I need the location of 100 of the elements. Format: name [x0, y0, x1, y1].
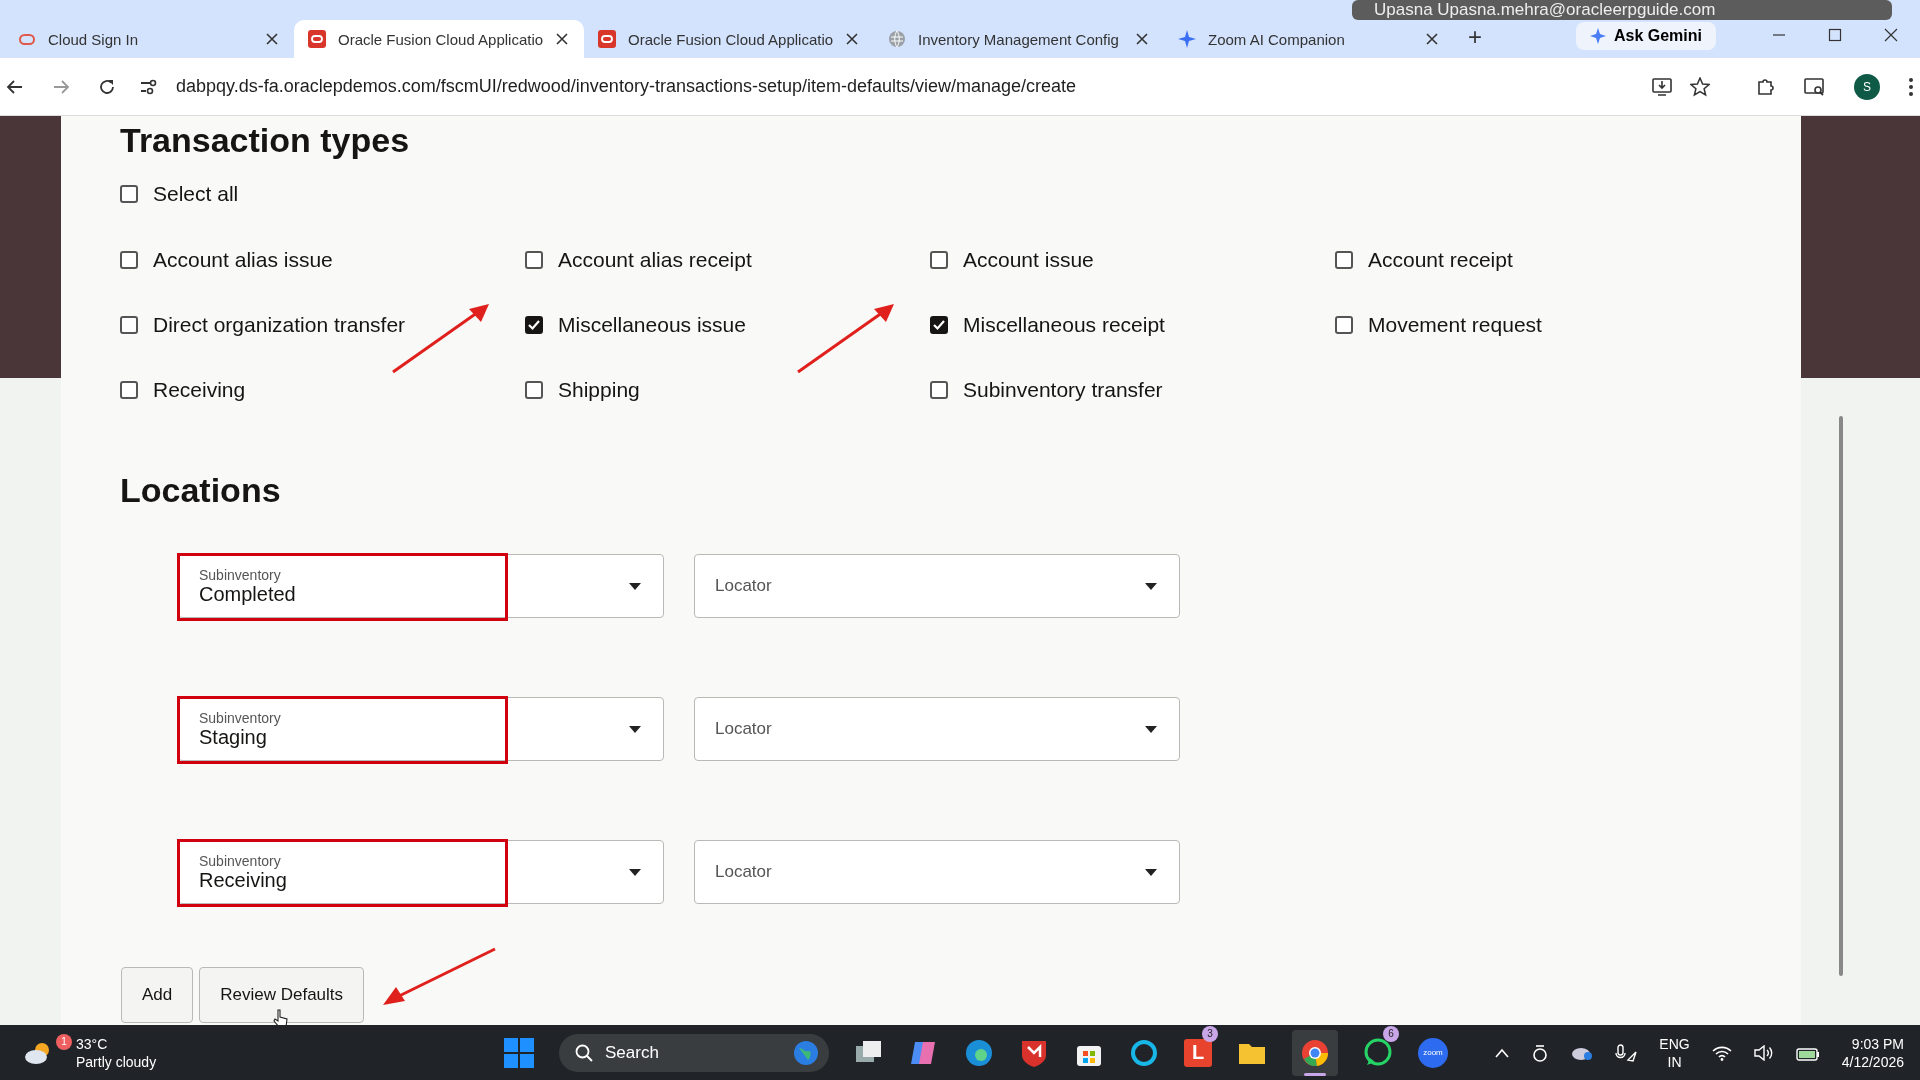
checkbox[interactable]: [930, 380, 948, 399]
scrollbar-thumb[interactable]: [1839, 416, 1843, 976]
extensions-icon[interactable]: [1756, 76, 1776, 97]
field-placeholder: Locator: [715, 719, 772, 739]
subinventory-dropdown[interactable]: Subinventory Completed: [178, 554, 664, 618]
checkbox-label: Account alias issue: [153, 247, 333, 272]
notification-badge: 1: [56, 1033, 72, 1050]
checkbox-label: Select all: [153, 182, 239, 206]
site-settings-icon[interactable]: [140, 77, 158, 96]
reload-icon[interactable]: [98, 77, 116, 96]
install-icon[interactable]: [1652, 77, 1672, 96]
field-value: Staging: [199, 725, 267, 749]
section-heading: Locations: [120, 470, 282, 510]
address-bar[interactable]: dabpqy.ds-fa.oraclepdemos.com/fscmUI/redwood/inventory-transactions-setup/item-defaults/view/manage/create: [138, 66, 1728, 107]
checkbox-label: Account issue: [963, 247, 1094, 272]
field-value: Receiving: [199, 868, 287, 892]
field-label: Subinventory: [199, 852, 282, 869]
microphone-icon[interactable]: [1615, 1043, 1638, 1062]
locator-dropdown[interactable]: Locator: [694, 840, 1180, 904]
subinventory-dropdown[interactable]: Subinventory Staging: [178, 697, 664, 761]
app-logo-icon: [598, 30, 616, 48]
app-logo-icon: [308, 30, 326, 48]
back-icon[interactable]: [6, 77, 24, 96]
field-label: Subinventory: [199, 709, 281, 726]
close-icon[interactable]: [1136, 33, 1148, 45]
ring-icon[interactable]: [1129, 1037, 1159, 1068]
taskbar-search[interactable]: Search: [559, 1033, 829, 1072]
ask-gemini-button[interactable]: Ask Gemini: [1575, 22, 1716, 50]
clock[interactable]: 9:03 PM 4/12/2026: [1841, 1034, 1904, 1071]
close-icon[interactable]: [266, 33, 278, 45]
chevron-up-icon[interactable]: [1495, 1047, 1510, 1058]
sync-icon[interactable]: [1531, 1043, 1550, 1062]
locator-dropdown[interactable]: Locator: [694, 697, 1180, 761]
checkbox[interactable]: [930, 315, 948, 334]
wifi-icon[interactable]: [1711, 1044, 1732, 1061]
app-icon[interactable]: L: [1184, 1038, 1212, 1067]
url-text: dabpqy.ds-fa.oraclepdemos.com/fscmUI/redwood/inventory-transactions-setup/item-defaults/view/manage/create: [176, 76, 1077, 97]
caret-icon: [1145, 868, 1157, 876]
close-icon[interactable]: [1884, 28, 1898, 42]
globe-icon: [888, 30, 906, 48]
language-indicator[interactable]: ENG IN: [1659, 1034, 1690, 1071]
checkbox[interactable]: [120, 185, 138, 203]
checkbox[interactable]: [525, 250, 543, 269]
chat-icon[interactable]: [1363, 1037, 1393, 1068]
section-heading: Transaction types: [120, 120, 411, 160]
sparkle-icon: [1178, 30, 1196, 48]
checkbox-label: Direct organization transfer: [153, 312, 406, 337]
tab-search-icon[interactable]: [1804, 76, 1826, 97]
tab-title: Oracle Fusion Cloud Applicatio: [628, 30, 834, 48]
new-tab-button[interactable]: +: [1454, 24, 1496, 50]
start-icon[interactable]: [504, 1037, 534, 1068]
browser-tab[interactable]: Inventory Management Config: [874, 20, 1164, 58]
browser-tab[interactable]: Zoom AI Companion: [1164, 20, 1454, 58]
temperature-text: 33°C: [76, 1034, 109, 1053]
volume-icon[interactable]: [1753, 1044, 1774, 1061]
caret-icon: [629, 582, 641, 590]
browser-tab[interactable]: Oracle Fusion Cloud Applicatio: [584, 20, 874, 58]
close-icon[interactable]: [1426, 33, 1438, 45]
checkbox-label: Account alias receipt: [558, 247, 752, 272]
close-icon[interactable]: [556, 33, 568, 45]
forward-icon[interactable]: [52, 77, 70, 96]
caret-icon: [1145, 725, 1157, 733]
browser-tab[interactable]: Cloud Sign In: [4, 20, 294, 58]
checkbox[interactable]: [120, 250, 138, 269]
tab-title: Oracle Fusion Cloud Applicatio: [338, 30, 544, 48]
participant-name-label: Upasna Upasna.mehra@oracleerpguide.com: [1352, 0, 1892, 20]
subinventory-dropdown[interactable]: Subinventory Receiving: [178, 840, 664, 904]
tab-title: Inventory Management Config: [918, 30, 1120, 48]
browser-tab[interactable]: Oracle Fusion Cloud Applicatio: [294, 20, 584, 58]
chrome-icon[interactable]: [1300, 1037, 1330, 1068]
profile-avatar[interactable]: S: [1854, 73, 1880, 100]
globe-icon: [793, 1039, 819, 1066]
checkbox-label: Shipping: [558, 377, 640, 402]
checkbox[interactable]: [930, 250, 948, 269]
tab-title: Zoom AI Companion: [1208, 30, 1346, 48]
notification-badge: 3: [1202, 1025, 1218, 1042]
checkbox-label: Miscellaneous issue: [558, 312, 746, 337]
field-value: Completed: [199, 582, 296, 606]
checkbox[interactable]: [1335, 250, 1353, 269]
checkbox[interactable]: [120, 315, 138, 334]
form-button[interactable]: Add: [121, 967, 194, 1023]
app-icon[interactable]: zoom: [1418, 1037, 1448, 1068]
checkbox[interactable]: [120, 380, 138, 399]
checkbox[interactable]: [525, 380, 543, 399]
notification-badge: 6: [1383, 1025, 1399, 1042]
close-icon[interactable]: [846, 33, 858, 45]
locator-dropdown[interactable]: Locator: [694, 554, 1180, 618]
checkbox-label: Movement request: [1368, 312, 1542, 337]
checkbox[interactable]: [1335, 315, 1353, 334]
field-placeholder: Locator: [715, 576, 772, 596]
menu-icon[interactable]: [1908, 76, 1914, 97]
star-icon[interactable]: [1690, 76, 1710, 97]
field-placeholder: Locator: [715, 862, 772, 882]
maximize-icon[interactable]: [1828, 28, 1842, 42]
form-button[interactable]: Review Defaults: [199, 967, 365, 1023]
edge-icon[interactable]: [964, 1037, 994, 1068]
caret-icon: [629, 725, 641, 733]
tab-title: Cloud Sign In: [48, 30, 140, 48]
checkbox[interactable]: [525, 315, 543, 334]
caret-icon: [1145, 582, 1157, 590]
